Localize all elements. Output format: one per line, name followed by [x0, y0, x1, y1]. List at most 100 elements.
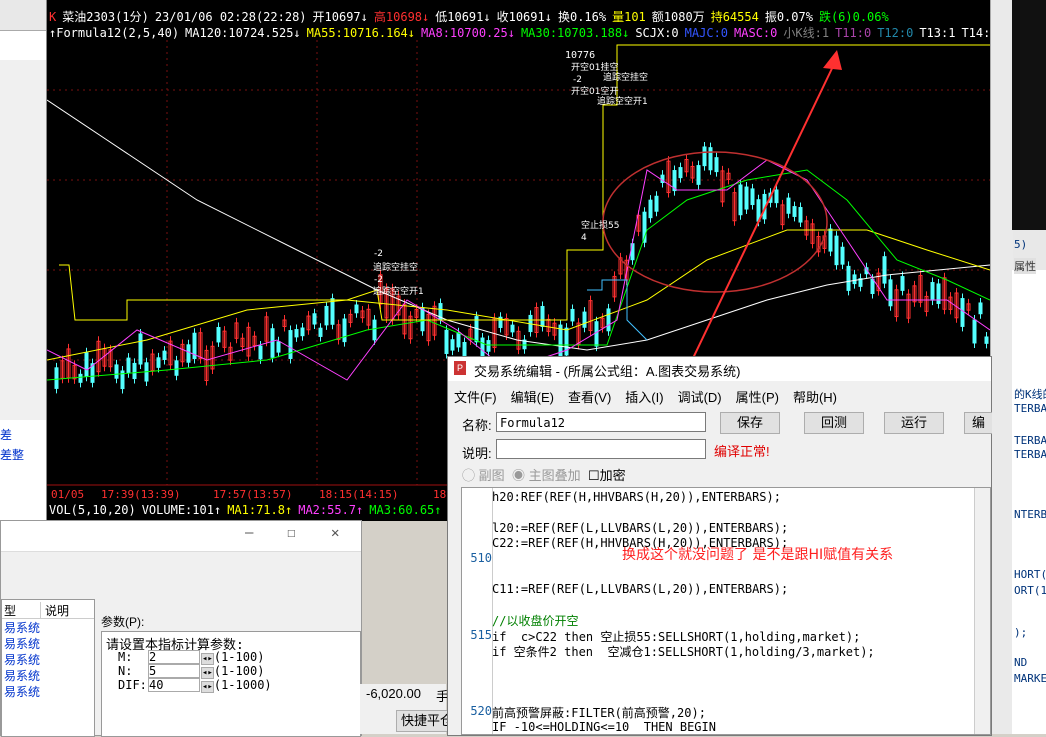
indicator-field: SCJX:0	[635, 26, 679, 40]
menu-item[interactable]: 插入(I)	[625, 390, 663, 405]
candle-body	[696, 165, 701, 185]
menu-item[interactable]: 查看(V)	[568, 390, 611, 405]
list-item[interactable]: 易系统	[2, 619, 94, 635]
code-line[interactable]: h20:REF(REF(H,HHVBARS(H,20)),ENTERBARS);	[492, 490, 781, 504]
system-list[interactable]: 型 说明 易系统 易系统 易系统 易系统 易系统	[1, 599, 95, 737]
close-icon[interactable]: ✕	[331, 525, 339, 541]
quote-field: 持64554	[710, 10, 759, 24]
candle-body	[594, 321, 599, 347]
indicator-info-line: ↑Formula12(2,5,40) MA120:10724.525↓ MA55:1…	[49, 24, 990, 41]
quote-field: 高10698↓	[373, 10, 430, 24]
subchart-radio[interactable]: ◯ 副图	[462, 465, 505, 484]
candle-body	[486, 340, 491, 352]
candle-body	[162, 350, 167, 360]
annotation-text: 换成这个就没问题了 是不是跟HI赋值有关系	[622, 547, 894, 563]
backtest-button[interactable]: 回测	[804, 412, 864, 434]
spinner-icon[interactable]: ◂▸	[201, 681, 214, 693]
code-line[interactable]: C11:=REF(REF(L,LLVBARS(L,20)),ENTERBARS)…	[492, 582, 788, 596]
candle-body	[840, 246, 845, 265]
code-line[interactable]: l20:=REF(REF(L,LLVBARS(L,20)),ENTERBARS)…	[492, 521, 788, 535]
candle-body	[654, 195, 659, 212]
candle-body	[786, 197, 791, 214]
formula-name-input[interactable]: Formula12	[496, 412, 706, 432]
encrypt-checkbox[interactable]: ☐加密	[588, 465, 626, 484]
right-code-line: ND	[1014, 656, 1028, 669]
sidebar-link[interactable]: 差	[0, 426, 12, 443]
code-line[interactable]: IF -10<=HOLDING<=10 THEN BEGIN	[492, 720, 716, 734]
editor-titlebar: P 交易系统编辑 - (所属公式组：A.图表交易系统)	[448, 357, 991, 381]
right-code-line: TERBA	[1014, 434, 1046, 447]
indicator-field: MA30:10703.188↓	[520, 26, 630, 40]
candle-body	[330, 298, 335, 325]
list-item[interactable]: 易系统	[2, 683, 94, 699]
line-number: 510	[470, 551, 492, 566]
candle-body	[936, 283, 941, 304]
trade-signal-label: 开空01挂空	[571, 61, 618, 73]
param-value-input[interactable]: 5	[148, 664, 200, 678]
param-range: (1-1000)	[213, 678, 272, 692]
vertical-scrollbar[interactable]	[990, 0, 1013, 734]
line-number: 515	[470, 627, 492, 642]
trade-signal-label: 追踪空挂空	[603, 71, 648, 83]
candle-body	[456, 332, 461, 348]
list-header[interactable]: 说明	[40, 602, 69, 619]
list-header[interactable]: 型	[4, 602, 16, 619]
main-overlay-radio[interactable]: ◉ 主图叠加	[512, 465, 581, 484]
menu-item[interactable]: 属性(P)	[736, 390, 779, 405]
menu-item[interactable]: 文件(F)	[454, 390, 497, 405]
desc-label: 说明:	[462, 446, 492, 461]
candle-body	[744, 186, 749, 210]
list-item[interactable]: 易系统	[2, 667, 94, 683]
time-axis-label: 18	[433, 488, 446, 501]
minimize-icon[interactable]: —	[245, 525, 253, 541]
param-value-input[interactable]: 40	[148, 678, 200, 692]
candle-body	[606, 308, 611, 332]
right-code-line: 的K线的	[1014, 388, 1046, 401]
candle-body	[834, 235, 839, 266]
edit-button[interactable]: 编	[964, 412, 992, 434]
param-name: DIF:	[118, 678, 147, 692]
candle-body	[978, 302, 983, 315]
param-value-input[interactable]: 2	[148, 650, 200, 664]
candle-body	[126, 357, 131, 374]
list-item[interactable]: 易系统	[2, 651, 94, 667]
tab-properties[interactable]: 属性	[1014, 258, 1036, 274]
right-code-line: );	[1014, 626, 1028, 639]
time-axis-label: 17:57(13:57)	[213, 488, 292, 501]
candle-body	[714, 157, 719, 173]
candle-body	[558, 324, 563, 357]
maximize-icon[interactable]: ☐	[287, 525, 295, 541]
candle-body	[288, 330, 293, 359]
candle-body	[78, 373, 83, 383]
right-code-line: TERBA	[1014, 402, 1046, 415]
candle-body	[972, 319, 977, 344]
save-button[interactable]: 保存	[720, 412, 780, 434]
sidebar-link[interactable]: 差整	[0, 446, 24, 463]
candle-body	[300, 327, 305, 337]
radio-icon: ◯	[462, 468, 476, 483]
menu-item[interactable]: 帮助(H)	[793, 390, 837, 405]
run-button[interactable]: 运行	[884, 412, 944, 434]
code-line[interactable]: if 空条件2 then 空减仓1:SELLSHORT(1,holding/3,…	[492, 643, 875, 660]
right-panel: 5) 属性 的K线的TERBATERBATERBANTERBHORT(ORT(1…	[990, 0, 1046, 734]
subchart-label: 副图	[478, 468, 505, 483]
menu-item[interactable]: 编辑(E)	[511, 390, 554, 405]
candle-body	[510, 324, 515, 333]
param-row: M: 2 ◂▸(1-100)	[118, 650, 264, 665]
code-editor[interactable]: 510 515 520 h20:REF(REF(H,HHVBARS(H,20)),E…	[461, 487, 991, 735]
candle-body	[888, 279, 893, 307]
candle-body	[324, 305, 329, 326]
menu-item[interactable]: 调试(D)	[678, 390, 722, 405]
volume-field: MA2:55.7↑	[298, 503, 364, 517]
candle-body	[258, 345, 263, 360]
description-input[interactable]	[496, 439, 706, 459]
param-row: DIF: 40 ◂▸(1-1000)	[118, 678, 272, 693]
candle-body	[648, 199, 653, 219]
indicator-field: 小K线:1	[783, 26, 830, 40]
left-sidebar-panel	[0, 60, 46, 420]
list-item[interactable]: 易系统	[2, 635, 94, 651]
param-row: N: 5 ◂▸(1-100)	[118, 664, 264, 679]
code-scrollbar[interactable]	[974, 488, 990, 734]
trade-signal-label: -2	[374, 249, 383, 259]
candle-body	[276, 341, 281, 353]
